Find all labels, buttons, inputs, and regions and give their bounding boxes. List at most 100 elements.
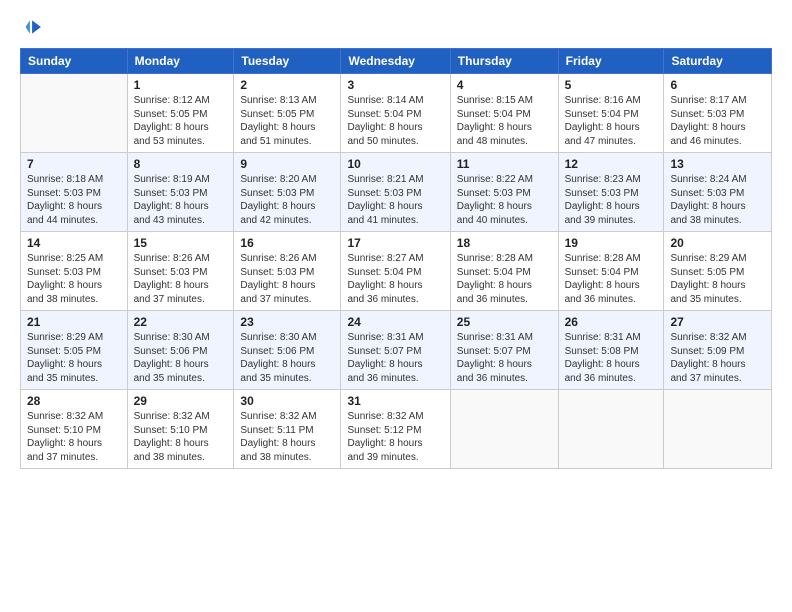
day-info: Sunrise: 8:31 AM Sunset: 5:08 PM Dayligh…	[565, 331, 658, 385]
calendar-cell	[450, 390, 558, 469]
day-number: 19	[565, 236, 658, 250]
day-info: Sunrise: 8:31 AM Sunset: 5:07 PM Dayligh…	[347, 331, 443, 385]
weekday-header-friday: Friday	[558, 49, 664, 74]
calendar-cell: 14 Sunrise: 8:25 AM Sunset: 5:03 PM Dayli…	[21, 232, 128, 311]
day-number: 21	[27, 315, 121, 329]
calendar-cell: 23 Sunrise: 8:30 AM Sunset: 5:06 PM Dayli…	[234, 311, 341, 390]
weekday-header-saturday: Saturday	[664, 49, 772, 74]
day-info: Sunrise: 8:26 AM Sunset: 5:03 PM Dayligh…	[240, 252, 334, 306]
day-info: Sunrise: 8:30 AM Sunset: 5:06 PM Dayligh…	[240, 331, 334, 385]
calendar-cell: 13 Sunrise: 8:24 AM Sunset: 5:03 PM Dayli…	[664, 153, 772, 232]
weekday-header-monday: Monday	[127, 49, 234, 74]
day-number: 14	[27, 236, 121, 250]
day-number: 7	[27, 157, 121, 171]
calendar-cell: 16 Sunrise: 8:26 AM Sunset: 5:03 PM Dayli…	[234, 232, 341, 311]
week-row-3: 14 Sunrise: 8:25 AM Sunset: 5:03 PM Dayli…	[21, 232, 772, 311]
calendar-cell: 22 Sunrise: 8:30 AM Sunset: 5:06 PM Dayli…	[127, 311, 234, 390]
week-row-1: 1 Sunrise: 8:12 AM Sunset: 5:05 PM Daylig…	[21, 74, 772, 153]
calendar-cell: 10Sunrise: 8:21 AM Sunset: 5:03 PM Dayli…	[341, 153, 450, 232]
day-info: Sunrise: 8:19 AM Sunset: 5:03 PM Dayligh…	[134, 173, 228, 227]
day-info: Sunrise: 8:28 AM Sunset: 5:04 PM Dayligh…	[565, 252, 658, 306]
day-info: Sunrise: 8:32 AM Sunset: 5:11 PM Dayligh…	[240, 410, 334, 464]
day-info: Sunrise: 8:29 AM Sunset: 5:05 PM Dayligh…	[670, 252, 765, 306]
weekday-header-thursday: Thursday	[450, 49, 558, 74]
calendar-cell: 15 Sunrise: 8:26 AM Sunset: 5:03 PM Dayli…	[127, 232, 234, 311]
day-info: Sunrise: 8:14 AM Sunset: 5:04 PM Dayligh…	[347, 94, 443, 148]
day-number: 27	[670, 315, 765, 329]
day-info: Sunrise: 8:16 AM Sunset: 5:04 PM Dayligh…	[565, 94, 658, 148]
day-info: Sunrise: 8:20 AM Sunset: 5:03 PM Dayligh…	[240, 173, 334, 227]
day-number: 25	[457, 315, 552, 329]
calendar-cell: 11Sunrise: 8:22 AM Sunset: 5:03 PM Dayli…	[450, 153, 558, 232]
day-number: 30	[240, 394, 334, 408]
calendar-cell: 9 Sunrise: 8:20 AM Sunset: 5:03 PM Daylig…	[234, 153, 341, 232]
logo	[20, 18, 44, 38]
logo-icon	[20, 16, 42, 38]
week-row-2: 7 Sunrise: 8:18 AM Sunset: 5:03 PM Daylig…	[21, 153, 772, 232]
day-number: 16	[240, 236, 334, 250]
calendar-cell: 17 Sunrise: 8:27 AM Sunset: 5:04 PM Dayli…	[341, 232, 450, 311]
day-info: Sunrise: 8:22 AM Sunset: 5:03 PM Dayligh…	[457, 173, 552, 227]
calendar-cell: 3 Sunrise: 8:14 AM Sunset: 5:04 PM Daylig…	[341, 74, 450, 153]
weekday-header-wednesday: Wednesday	[341, 49, 450, 74]
calendar-cell	[21, 74, 128, 153]
calendar-cell	[558, 390, 664, 469]
day-info: Sunrise: 8:12 AM Sunset: 5:05 PM Dayligh…	[134, 94, 228, 148]
day-number: 31	[347, 394, 443, 408]
day-info: Sunrise: 8:25 AM Sunset: 5:03 PM Dayligh…	[27, 252, 121, 306]
day-number: 3	[347, 78, 443, 92]
calendar-body: 1 Sunrise: 8:12 AM Sunset: 5:05 PM Daylig…	[21, 74, 772, 469]
day-number: 4	[457, 78, 552, 92]
weekday-row: SundayMondayTuesdayWednesdayThursdayFrid…	[21, 49, 772, 74]
day-number: 29	[134, 394, 228, 408]
calendar-cell: 30 Sunrise: 8:32 AM Sunset: 5:11 PM Dayli…	[234, 390, 341, 469]
day-info: Sunrise: 8:27 AM Sunset: 5:04 PM Dayligh…	[347, 252, 443, 306]
day-number: 5	[565, 78, 658, 92]
calendar-page: SundayMondayTuesdayWednesdayThursdayFrid…	[0, 0, 792, 612]
day-number: 18	[457, 236, 552, 250]
calendar-cell: 26Sunrise: 8:31 AM Sunset: 5:08 PM Dayli…	[558, 311, 664, 390]
day-number: 22	[134, 315, 228, 329]
day-number: 2	[240, 78, 334, 92]
calendar-table: SundayMondayTuesdayWednesdayThursdayFrid…	[20, 48, 772, 469]
week-row-5: 28 Sunrise: 8:32 AM Sunset: 5:10 PM Dayli…	[21, 390, 772, 469]
calendar-cell: 27 Sunrise: 8:32 AM Sunset: 5:09 PM Dayli…	[664, 311, 772, 390]
calendar-cell: 31Sunrise: 8:32 AM Sunset: 5:12 PM Dayli…	[341, 390, 450, 469]
day-number: 15	[134, 236, 228, 250]
day-info: Sunrise: 8:26 AM Sunset: 5:03 PM Dayligh…	[134, 252, 228, 306]
calendar-cell	[664, 390, 772, 469]
day-info: Sunrise: 8:32 AM Sunset: 5:09 PM Dayligh…	[670, 331, 765, 385]
day-number: 9	[240, 157, 334, 171]
calendar-header: SundayMondayTuesdayWednesdayThursdayFrid…	[21, 49, 772, 74]
calendar-cell: 20 Sunrise: 8:29 AM Sunset: 5:05 PM Dayli…	[664, 232, 772, 311]
day-info: Sunrise: 8:30 AM Sunset: 5:06 PM Dayligh…	[134, 331, 228, 385]
day-number: 13	[670, 157, 765, 171]
day-info: Sunrise: 8:24 AM Sunset: 5:03 PM Dayligh…	[670, 173, 765, 227]
calendar-cell: 19 Sunrise: 8:28 AM Sunset: 5:04 PM Dayli…	[558, 232, 664, 311]
day-info: Sunrise: 8:31 AM Sunset: 5:07 PM Dayligh…	[457, 331, 552, 385]
calendar-cell: 5 Sunrise: 8:16 AM Sunset: 5:04 PM Daylig…	[558, 74, 664, 153]
day-info: Sunrise: 8:32 AM Sunset: 5:10 PM Dayligh…	[134, 410, 228, 464]
calendar-cell: 18Sunrise: 8:28 AM Sunset: 5:04 PM Dayli…	[450, 232, 558, 311]
calendar-cell: 29 Sunrise: 8:32 AM Sunset: 5:10 PM Dayli…	[127, 390, 234, 469]
calendar-cell: 7 Sunrise: 8:18 AM Sunset: 5:03 PM Daylig…	[21, 153, 128, 232]
day-number: 10	[347, 157, 443, 171]
calendar-cell: 1 Sunrise: 8:12 AM Sunset: 5:05 PM Daylig…	[127, 74, 234, 153]
day-number: 23	[240, 315, 334, 329]
day-number: 12	[565, 157, 658, 171]
week-row-4: 21 Sunrise: 8:29 AM Sunset: 5:05 PM Dayli…	[21, 311, 772, 390]
day-number: 24	[347, 315, 443, 329]
day-info: Sunrise: 8:18 AM Sunset: 5:03 PM Dayligh…	[27, 173, 121, 227]
day-info: Sunrise: 8:17 AM Sunset: 5:03 PM Dayligh…	[670, 94, 765, 148]
day-number: 28	[27, 394, 121, 408]
calendar-cell: 28Sunrise: 8:32 AM Sunset: 5:10 PM Dayli…	[21, 390, 128, 469]
calendar-cell: 2 Sunrise: 8:13 AM Sunset: 5:05 PM Daylig…	[234, 74, 341, 153]
day-info: Sunrise: 8:29 AM Sunset: 5:05 PM Dayligh…	[27, 331, 121, 385]
day-number: 1	[134, 78, 228, 92]
weekday-header-tuesday: Tuesday	[234, 49, 341, 74]
day-number: 17	[347, 236, 443, 250]
day-number: 20	[670, 236, 765, 250]
calendar-cell: 4Sunrise: 8:15 AM Sunset: 5:04 PM Daylig…	[450, 74, 558, 153]
day-info: Sunrise: 8:13 AM Sunset: 5:05 PM Dayligh…	[240, 94, 334, 148]
calendar-cell: 8Sunrise: 8:19 AM Sunset: 5:03 PM Daylig…	[127, 153, 234, 232]
